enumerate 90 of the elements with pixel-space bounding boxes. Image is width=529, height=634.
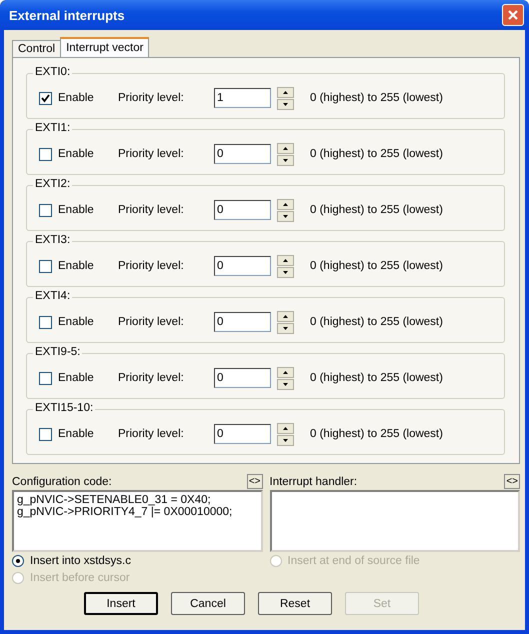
field-label: Priority level:	[118, 428, 185, 440]
checkbox-label: Enable	[58, 148, 95, 160]
spin-down-button[interactable]	[277, 266, 294, 278]
field-label: Priority level:	[118, 204, 185, 216]
up-arrow-icon	[283, 370, 288, 374]
group-title: EXTI4:	[33, 290, 72, 302]
field-label: Priority level:	[118, 260, 185, 272]
up-arrow-icon	[283, 258, 288, 262]
up-arrow-icon	[283, 314, 288, 318]
down-arrow-icon	[283, 214, 288, 218]
spin-down-button[interactable]	[277, 322, 294, 334]
priority-field[interactable]: 0	[214, 424, 271, 444]
radio-button[interactable]	[12, 555, 24, 567]
code-box[interactable]	[270, 490, 520, 552]
down-arrow-icon	[283, 326, 288, 330]
checkbox[interactable]	[39, 260, 52, 272]
group-title: EXTI0:	[33, 66, 72, 78]
group-title: EXTI15-10:	[33, 402, 96, 414]
tab[interactable]: Interrupt vector	[60, 37, 150, 57]
spin-down-button[interactable]	[277, 154, 294, 166]
up-arrow-icon	[283, 202, 288, 206]
down-arrow-icon	[283, 382, 288, 386]
checkbox-label: Enable	[58, 372, 95, 384]
code-line: g_pNVIC->PRIORITY4_7 |= 0X00010000;	[17, 506, 234, 518]
field-label: Priority level:	[118, 92, 185, 104]
dialog-button[interactable]: Insert	[84, 592, 158, 615]
spin-down-button[interactable]	[277, 434, 294, 446]
down-arrow-icon	[283, 270, 288, 274]
spin-up-button[interactable]	[277, 310, 294, 322]
checkbox[interactable]	[39, 148, 52, 160]
group-title: EXTI2:	[33, 178, 72, 190]
radio-label: Insert at end of source file	[288, 555, 420, 567]
close-button[interactable]	[502, 4, 524, 26]
range-hint: 0 (highest) to 255 (lowest)	[310, 316, 443, 328]
down-arrow-icon	[283, 438, 288, 442]
dialog-button[interactable]: Reset	[258, 592, 332, 615]
checkbox-label: Enable	[58, 316, 95, 328]
field-label: Priority level:	[118, 148, 185, 160]
up-arrow-icon	[283, 146, 288, 150]
field-label: Priority level:	[118, 372, 185, 384]
group-title: EXTI9-5:	[33, 346, 82, 358]
spin-up-button[interactable]	[277, 86, 294, 98]
dialog-button[interactable]: Cancel	[171, 592, 245, 615]
range-hint: 0 (highest) to 255 (lowest)	[310, 148, 443, 160]
window-title: External interrupts	[9, 8, 125, 22]
range-hint: 0 (highest) to 255 (lowest)	[310, 260, 443, 272]
down-arrow-icon	[283, 102, 288, 106]
group-title: EXTI3:	[33, 234, 72, 246]
checkbox-label: Enable	[58, 428, 95, 440]
priority-field[interactable]: 0	[214, 144, 271, 164]
expand-button[interactable]: <>	[504, 474, 520, 489]
spin-up-button[interactable]	[277, 422, 294, 434]
checkbox[interactable]	[39, 92, 52, 104]
checkbox-label: Enable	[58, 204, 95, 216]
spin-up-button[interactable]	[277, 254, 294, 266]
spin-down-button[interactable]	[277, 98, 294, 110]
checkbox[interactable]	[39, 204, 52, 216]
up-arrow-icon	[283, 90, 288, 94]
field-label: Priority level:	[118, 316, 185, 328]
close-icon	[507, 9, 519, 21]
radio-label: Insert before cursor	[30, 572, 130, 584]
priority-field[interactable]: 0	[214, 312, 271, 332]
code-box[interactable]: g_pNVIC->SETENABLE0_31 = 0X40; g_pNVIC->PRIORITY4_7 |= 0X00010000;	[12, 490, 262, 552]
radio-label: Insert into xstdsys.c	[30, 555, 131, 567]
priority-field[interactable]: 0	[214, 200, 271, 220]
checkbox-label: Enable	[58, 92, 95, 104]
code-line: g_pNVIC->SETENABLE0_31 = 0X40;	[17, 494, 212, 506]
priority-field[interactable]: 0	[214, 256, 271, 276]
expand-button[interactable]: <>	[246, 474, 262, 489]
pane-label: Interrupt handler:	[270, 476, 358, 488]
range-hint: 0 (highest) to 255 (lowest)	[310, 372, 443, 384]
checkbox[interactable]	[39, 316, 52, 328]
up-arrow-icon	[283, 426, 288, 430]
checkbox[interactable]	[39, 428, 52, 440]
down-arrow-icon	[283, 158, 288, 162]
checkbox-label: Enable	[58, 260, 95, 272]
spin-down-button[interactable]	[277, 378, 294, 390]
spin-up-button[interactable]	[277, 142, 294, 154]
spin-up-button[interactable]	[277, 366, 294, 378]
range-hint: 0 (highest) to 255 (lowest)	[310, 92, 443, 104]
tab[interactable]: Control	[12, 40, 62, 57]
range-hint: 0 (highest) to 255 (lowest)	[310, 428, 443, 440]
range-hint: 0 (highest) to 255 (lowest)	[310, 204, 443, 216]
priority-field[interactable]: 1	[214, 88, 271, 108]
pane-label: Configuration code:	[12, 476, 112, 488]
spin-down-button[interactable]	[277, 210, 294, 222]
checkbox[interactable]	[39, 372, 52, 384]
priority-field[interactable]: 0	[214, 368, 271, 388]
spin-up-button[interactable]	[277, 198, 294, 210]
group-title: EXTI1:	[33, 122, 72, 134]
